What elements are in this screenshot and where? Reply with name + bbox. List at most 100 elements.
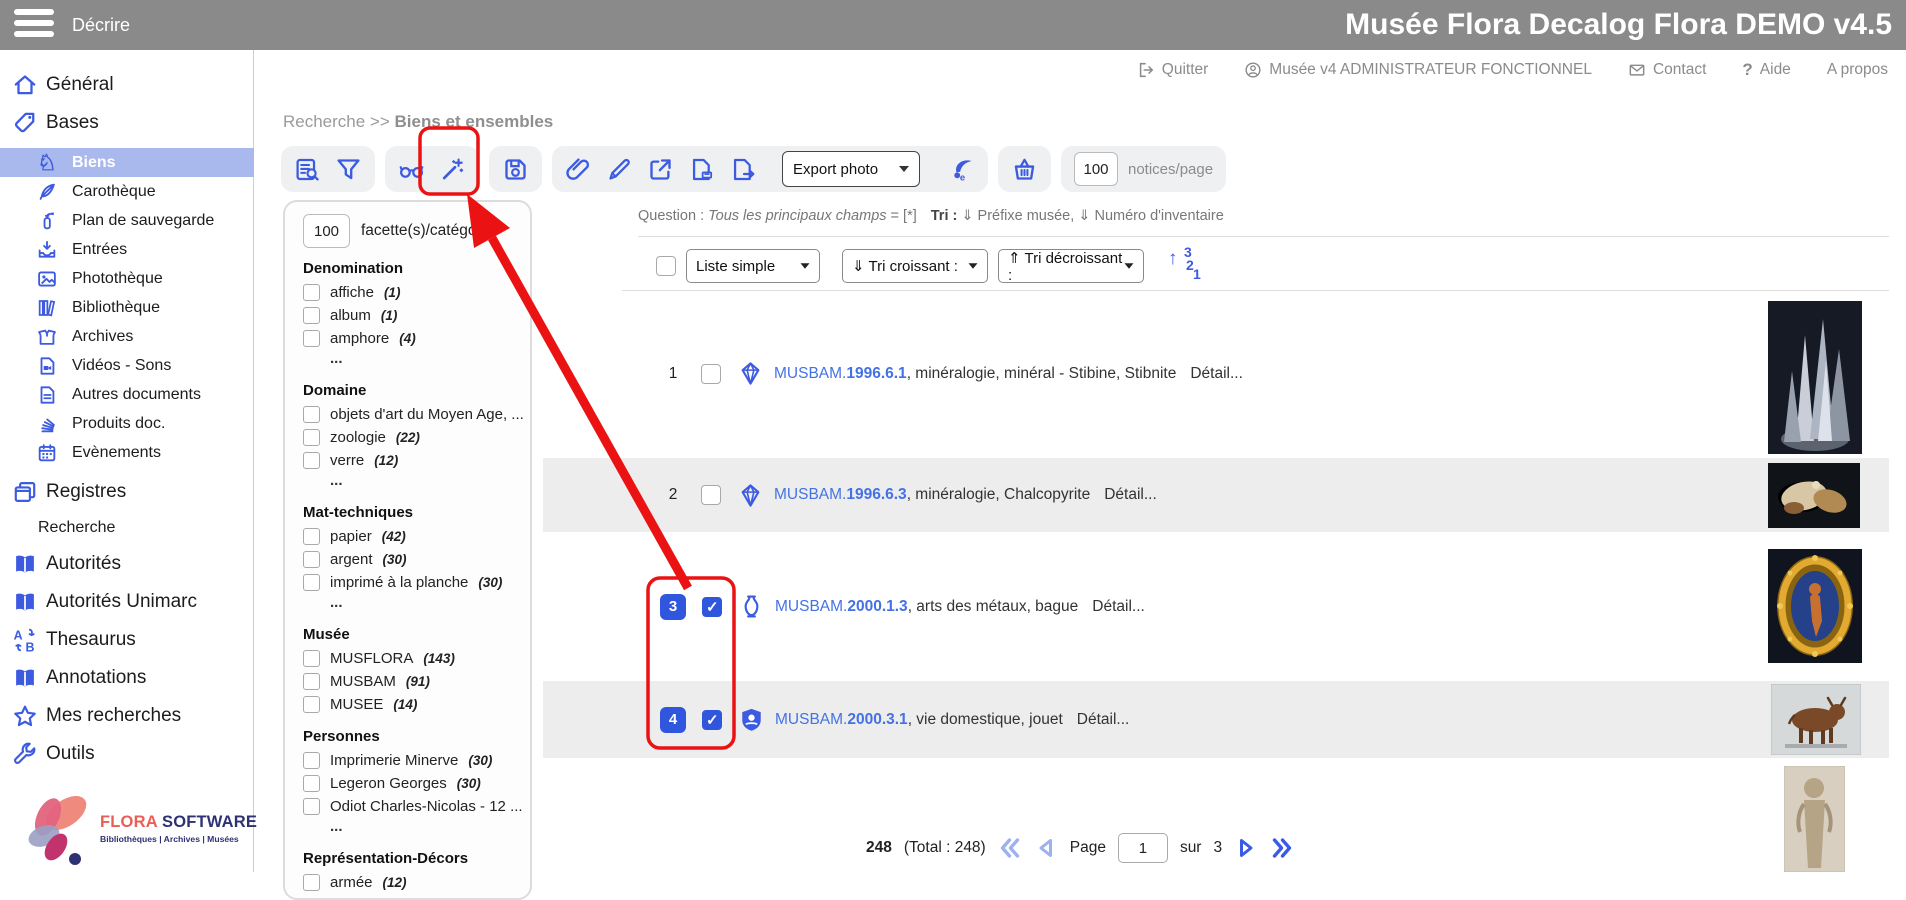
checkbox[interactable]: [303, 874, 320, 891]
result-row[interactable]: 1 MUSBAM.1996.6.1, minéralogie, minéral …: [543, 291, 1889, 456]
paperclip-icon[interactable]: [565, 156, 592, 183]
sidebar-item-bases[interactable]: Bases: [0, 104, 253, 142]
sort-ascending-select[interactable]: ⇓ Tri croissant :: [842, 249, 988, 283]
checkbox[interactable]: [303, 284, 320, 301]
checkbox[interactable]: [303, 307, 320, 324]
save-icon[interactable]: [502, 156, 529, 183]
facet-checkbox-item[interactable]: Odiot Charles-Nicolas - 12 ...(21): [303, 795, 530, 818]
checkbox[interactable]: [303, 574, 320, 591]
numeric-sort-icon[interactable]: 3 ↑ 2 1: [1168, 246, 1204, 286]
facet-checkbox-item[interactable]: MUSEE(14): [303, 693, 530, 716]
notices-per-page-input[interactable]: [1074, 152, 1118, 186]
next-page-icon[interactable]: [1234, 836, 1258, 860]
basket-icon[interactable]: [1011, 156, 1038, 183]
record-prefix-link[interactable]: MUSBAM.: [774, 365, 846, 382]
result-row-selected[interactable]: 3 MUSBAM.2000.1.3, arts des métaux, bagu…: [543, 532, 1889, 681]
facet-more-link[interactable]: ...: [303, 818, 530, 838]
detail-link[interactable]: Détail...: [1092, 598, 1145, 615]
list-search-icon[interactable]: [294, 156, 321, 183]
facet-checkbox-item[interactable]: objets d'art du Moyen Age, ...(22): [303, 403, 530, 426]
sidebar-item-carotheque[interactable]: Carothèque: [0, 177, 253, 206]
facet-checkbox-item[interactable]: album(1): [303, 304, 530, 327]
checkbox[interactable]: [303, 696, 320, 713]
breadcrumb-section[interactable]: Recherche >>: [283, 112, 395, 131]
checkbox[interactable]: [303, 406, 320, 423]
row-checkbox-checked[interactable]: [702, 597, 722, 617]
export-document-icon[interactable]: [729, 156, 756, 183]
facet-checkbox-item[interactable]: zoologie(22): [303, 426, 530, 449]
sidebar-item-recherche[interactable]: Recherche: [0, 511, 253, 545]
contact-link[interactable]: Contact: [1628, 61, 1706, 79]
row-checkbox-checked[interactable]: [702, 710, 722, 730]
export-photo-select[interactable]: Export photo: [782, 151, 920, 187]
result-row-selected[interactable]: 4 MUSBAM.2000.3.1, vie domestique, jouet…: [543, 681, 1889, 758]
help-link[interactable]: ? Aide: [1742, 60, 1790, 80]
first-page-icon[interactable]: [998, 836, 1022, 860]
glasses-preview-icon[interactable]: [398, 156, 425, 183]
checkbox[interactable]: [303, 528, 320, 545]
record-thumbnail[interactable]: [1768, 301, 1862, 454]
external-link-icon[interactable]: [647, 156, 674, 183]
record-thumbnail[interactable]: [1771, 684, 1861, 755]
sidebar-item-autres-documents[interactable]: Autres documents: [0, 380, 253, 409]
detail-link[interactable]: Détail...: [1104, 486, 1157, 503]
quit-button[interactable]: Quitter: [1137, 61, 1209, 79]
sidebar-item-general[interactable]: Général: [0, 66, 253, 104]
sidebar-item-autorites-unimarc[interactable]: Autorités Unimarc: [0, 583, 253, 621]
sidebar-item-evenements[interactable]: Evènements: [0, 438, 253, 467]
checkbox[interactable]: [303, 452, 320, 469]
sidebar-item-entrees[interactable]: Entrées: [0, 235, 253, 264]
facet-checkbox-item[interactable]: papier(42): [303, 525, 530, 548]
sidebar-item-biens[interactable]: ♘ Biens: [0, 148, 254, 177]
checkbox[interactable]: [303, 551, 320, 568]
sort-descending-select[interactable]: ⇑ Tri décroissant :: [998, 249, 1144, 283]
sidebar-item-videos-sons[interactable]: Vidéos - Sons: [0, 351, 253, 380]
sidebar-item-mes-recherches[interactable]: Mes recherches: [0, 697, 253, 735]
facet-checkbox-item[interactable]: Imprimerie Minerve(30): [303, 749, 530, 772]
record-inventory-link[interactable]: 1996.6.1: [846, 365, 906, 382]
facet-more-link[interactable]: ...: [303, 472, 530, 492]
current-user[interactable]: Musée v4 ADMINISTRATEUR FONCTIONNEL: [1244, 61, 1592, 79]
record-thumbnail[interactable]: [1784, 766, 1845, 872]
row-checkbox[interactable]: [701, 364, 721, 384]
sidebar-item-thesaurus[interactable]: Thesaurus: [0, 621, 253, 659]
facet-checkbox-item[interactable]: amphore(4): [303, 327, 530, 350]
sidebar-item-produits-doc[interactable]: Produits doc.: [0, 409, 253, 438]
record-inventory-link[interactable]: 2000.1.3: [847, 598, 907, 615]
facet-checkbox-item[interactable]: imprimé à la planche(30): [303, 571, 530, 594]
facet-checkbox-item[interactable]: MUSFLORA(143): [303, 647, 530, 670]
facet-count-input[interactable]: [303, 214, 350, 248]
select-all-checkbox[interactable]: [656, 256, 676, 276]
sidebar-item-outils[interactable]: Outils: [0, 735, 253, 773]
sidebar-item-bibliotheque[interactable]: Bibliothèque: [0, 293, 253, 322]
checkbox[interactable]: [303, 650, 320, 667]
facet-checkbox-item[interactable]: argent(30): [303, 548, 530, 571]
detail-link[interactable]: Détail...: [1077, 711, 1130, 728]
record-thumbnail[interactable]: [1768, 549, 1862, 663]
facet-more-link[interactable]: ...: [303, 594, 530, 614]
previous-page-icon[interactable]: [1034, 836, 1058, 860]
sidebar-item-phototheque[interactable]: Photothèque: [0, 264, 253, 293]
result-row[interactable]: 2 MUSBAM.1996.6.3, minéralogie, Chalcopy…: [543, 458, 1889, 532]
about-link[interactable]: A propos: [1827, 61, 1888, 79]
facet-checkbox-item[interactable]: verre(12): [303, 449, 530, 472]
record-inventory-link[interactable]: 2000.3.1: [847, 711, 907, 728]
page-number-input[interactable]: [1118, 833, 1168, 863]
record-prefix-link[interactable]: MUSBAM.: [774, 486, 846, 503]
checkbox[interactable]: [303, 429, 320, 446]
record-prefix-link[interactable]: MUSBAM.: [775, 711, 847, 728]
sidebar-item-registres[interactable]: Registres: [0, 473, 253, 511]
magic-wand-icon[interactable]: [439, 156, 466, 183]
print-document-icon[interactable]: [688, 156, 715, 183]
detail-link[interactable]: Détail...: [1190, 365, 1243, 382]
checkbox[interactable]: [303, 775, 320, 792]
pencil-edit-icon[interactable]: [606, 156, 633, 183]
hamburger-menu-icon[interactable]: [14, 9, 54, 41]
sidebar-item-archives[interactable]: Archives: [0, 322, 253, 351]
checkbox[interactable]: [303, 330, 320, 347]
checkbox[interactable]: [303, 673, 320, 690]
facet-checkbox-item[interactable]: Legeron Georges(30): [303, 772, 530, 795]
list-mode-select[interactable]: Liste simple: [686, 249, 820, 283]
last-page-icon[interactable]: [1270, 836, 1294, 860]
checkbox[interactable]: [303, 752, 320, 769]
